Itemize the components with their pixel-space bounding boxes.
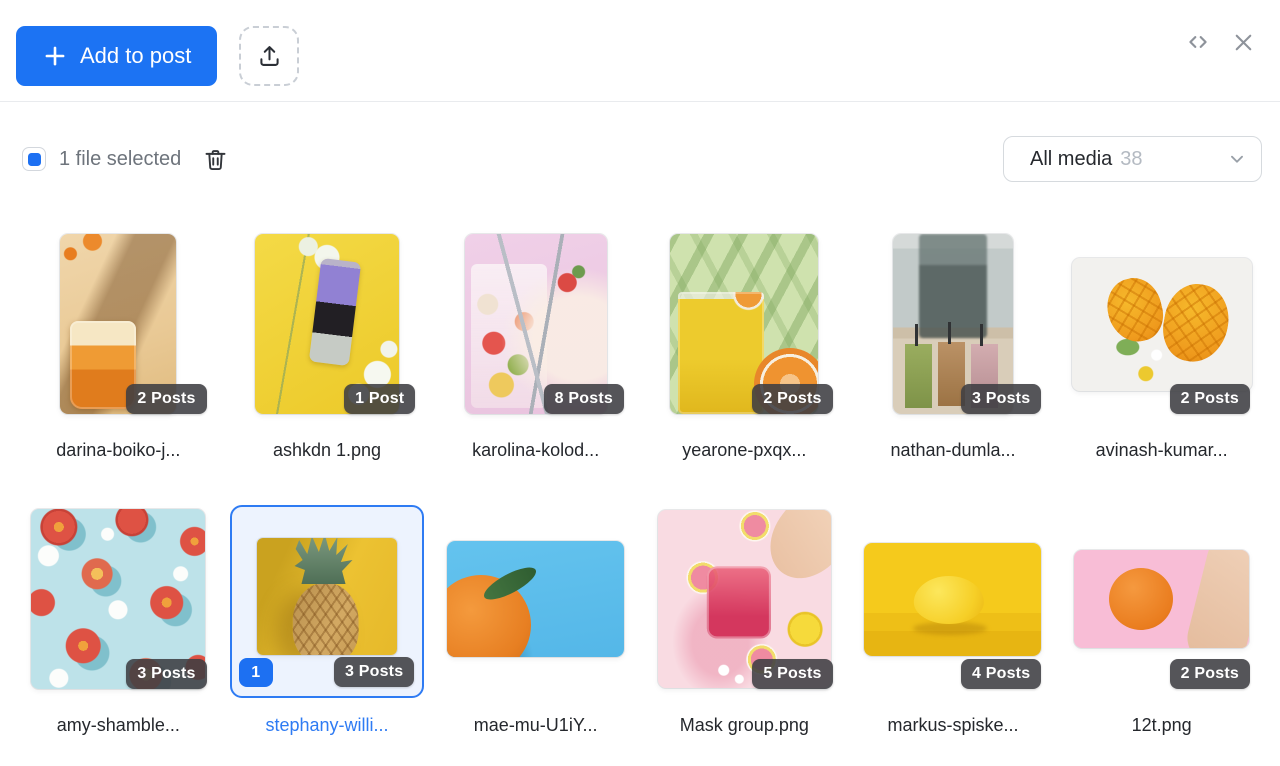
posts-badge: 4 Posts [961,659,1042,689]
filename: 12t.png [1131,715,1192,735]
header: Add to post [0,0,1280,102]
media-item[interactable]: 2 Posts darina-boiko-j... [14,234,223,463]
filter-count: 38 [1120,147,1143,170]
thumbnail-area: 3 Posts [849,234,1058,414]
upload-button[interactable] [239,26,300,86]
plus-icon [42,43,68,69]
chevron-down-icon [1226,148,1248,170]
thumbnail-area: 5 Posts [640,509,849,689]
thumbnail-lemon[interactable] [864,542,1042,656]
filename: amy-shamble... [56,715,180,735]
add-to-post-button[interactable]: Add to post [16,26,218,86]
thumbnail-area [431,509,640,689]
media-item[interactable]: 4 Posts markus-spiske... [849,509,1058,738]
header-actions [1185,29,1256,55]
thumbnail-mangoes[interactable] [1071,257,1252,391]
filename: stephany-willi... [265,715,389,735]
selected-card[interactable]: 1 3 Posts [229,505,425,698]
posts-badge: 3 Posts [334,657,415,687]
add-to-post-label: Add to post [80,43,192,68]
checkbox-checked-indicator [27,152,41,166]
filename: darina-boiko-j... [56,440,181,460]
thumbnail-orange-blue[interactable] [447,541,625,657]
thumbnail-area: 2 Posts [640,234,849,414]
expand-code-icon[interactable] [1185,29,1211,55]
posts-badge: 2 Posts [1169,659,1250,689]
filename: avinash-kumar... [1095,440,1228,460]
trash-icon [202,146,229,173]
upload-icon [256,43,283,70]
media-item[interactable]: 2 Posts avinash-kumar... [1057,234,1266,463]
filename: nathan-dumla... [890,440,1016,460]
posts-badge: 2 Posts [126,384,207,414]
media-item[interactable]: 3 Posts amy-shamble... [14,509,223,738]
media-item[interactable]: 2 Posts 12t.png [1057,509,1266,738]
posts-badge: 1 Post [344,384,416,414]
delete-selected-button[interactable] [202,146,229,173]
posts-badge: 2 Posts [752,384,833,414]
filename: mae-mu-U1iY... [473,715,598,735]
selection-toolbar: 1 file selected All media 38 [22,136,1262,182]
select-all-checkbox[interactable] [22,147,46,171]
filter-label: All media [1030,147,1113,170]
filename: ashkdn 1.png [272,440,382,460]
selection-count-text: 1 file selected [59,147,182,170]
thumbnail-area: 2 Posts [1057,234,1266,414]
thumbnail-area: 2 Posts [1057,509,1266,689]
thumbnail-area: 4 Posts [849,509,1058,689]
posts-badge: 3 Posts [961,384,1042,414]
thumbnail-pineapple[interactable] [256,538,397,655]
filename: yearone-pxqx... [682,440,807,460]
filename: karolina-kolod... [472,440,600,460]
filename: markus-spiske... [887,715,1019,735]
posts-badge: 2 Posts [1169,384,1250,414]
selection-order-badge: 1 [238,658,273,687]
media-filter-dropdown[interactable]: All media 38 [1003,136,1262,182]
posts-badge: 8 Posts [543,384,624,414]
thumbnail-area: 3 Posts [14,509,223,689]
media-item[interactable]: 5 Posts Mask group.png [640,509,849,738]
media-item[interactable]: mae-mu-U1iY... [431,509,640,738]
media-item[interactable]: 8 Posts karolina-kolod... [431,234,640,463]
close-icon[interactable] [1231,30,1256,55]
thumbnail-orange-hand[interactable] [1074,550,1250,648]
thumbnail-area: 8 Posts [431,234,640,414]
filename: Mask group.png [679,715,809,735]
media-item[interactable]: 3 Posts nathan-dumla... [849,234,1058,463]
thumbnail-area: 1 3 Posts [223,505,432,698]
posts-badge: 3 Posts [126,659,207,689]
media-item[interactable]: 2 Posts yearone-pxqx... [640,234,849,463]
media-item-selected[interactable]: 1 3 Posts stephany-willi... [223,505,432,738]
media-grid: 2 Posts darina-boiko-j... 1 Post ashkdn … [14,234,1266,738]
posts-badge: 5 Posts [752,659,833,689]
media-item[interactable]: 1 Post ashkdn 1.png [223,234,432,463]
thumbnail-area: 2 Posts [14,234,223,414]
thumbnail-area: 1 Post [223,234,432,414]
